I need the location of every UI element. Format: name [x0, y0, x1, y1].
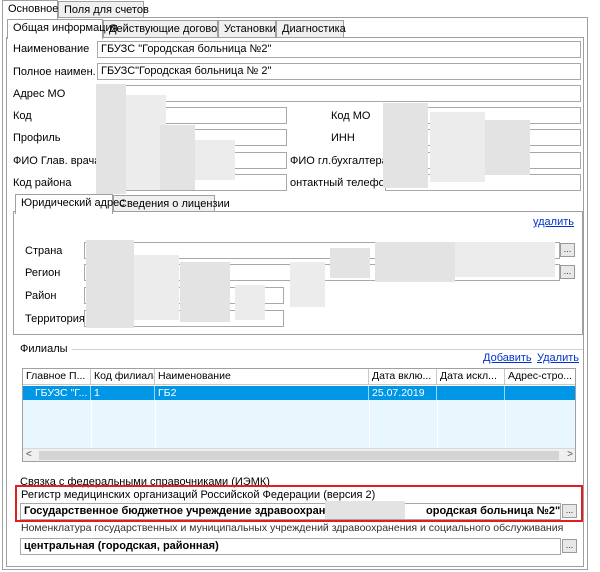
tab-diagnostics[interactable]: Диагностика [276, 20, 346, 38]
column-divider [91, 400, 92, 448]
branches-title: Филиалы [20, 343, 72, 355]
nomenclature-select-button[interactable]: ... [562, 539, 577, 553]
redacted-block [375, 242, 455, 282]
column-header[interactable]: Наименование [155, 369, 369, 385]
redacted-block [330, 248, 370, 278]
table-cell: 1 [91, 386, 155, 400]
column-divider [155, 400, 156, 448]
column-header[interactable]: Адрес-стро... [505, 369, 575, 385]
address-field[interactable] [97, 85, 581, 102]
redacted-block [325, 501, 405, 519]
redacted-block [96, 84, 126, 194]
column-header[interactable]: Дата искл... [437, 369, 505, 385]
table-cell: ГБУЗС "Г... [23, 386, 91, 400]
full-name-field[interactable]: ГБУЗС"Городская больница № 2" [97, 63, 581, 80]
redacted-block [383, 103, 428, 188]
delete-branch-link[interactable]: Удалить [537, 352, 579, 364]
redacted-block [160, 125, 195, 190]
redacted-block [455, 242, 555, 277]
column-divider [369, 400, 370, 448]
table-row[interactable]: ГБУЗС "Г... 1 ГБ2 25.07.2019 [23, 386, 575, 400]
redacted-block [235, 285, 265, 320]
redacted-block [290, 262, 325, 307]
profile-label: Профиль [13, 132, 61, 144]
redacted-block [180, 262, 230, 322]
table-cell [505, 386, 575, 400]
district-code-label: Код района [13, 177, 72, 189]
delete-address-link[interactable]: удалить [533, 216, 574, 228]
horizontal-scrollbar[interactable]: < > [23, 448, 575, 461]
column-header[interactable]: Дата вклю... [369, 369, 437, 385]
branches-divider [20, 349, 583, 350]
tab-general-info[interactable]: Общая информация [7, 19, 118, 39]
redacted-block [86, 240, 134, 328]
scrollbar-thumb[interactable] [39, 451, 559, 460]
registry-label: Регистр медицинских организаций Российск… [21, 489, 376, 501]
accountant-label: ФИО гл.бухгалтера [290, 155, 388, 167]
name-label: Наименование [13, 43, 90, 55]
country-select-button[interactable]: ... [560, 243, 575, 257]
registry-value-start: Государственное бюджетное учреждение здр… [24, 505, 345, 517]
table-cell [437, 386, 505, 400]
table-cell: 25.07.2019 [369, 386, 437, 400]
full-name-label: Полное наимен. [13, 66, 96, 78]
table-cell: ГБ2 [155, 386, 369, 400]
scroll-right-icon[interactable]: > [567, 449, 573, 460]
code-label: Код [13, 110, 32, 122]
registry-value-end: ородская больница №2" [426, 505, 561, 517]
redacted-block [485, 120, 530, 175]
region-select-button[interactable]: ... [560, 265, 575, 279]
column-header[interactable]: Код филиала [91, 369, 155, 385]
name-field[interactable]: ГБУЗС "Городская больница №2" [97, 41, 581, 58]
country-label: Страна [25, 245, 63, 257]
tab-legal-address[interactable]: Юридический адрес [15, 194, 125, 214]
tab-main[interactable]: Основное [2, 0, 58, 20]
mo-code-label: Код МО [331, 110, 371, 122]
nomenclature-label: Номенклатура государственных и муниципал… [21, 522, 564, 534]
territory-label: Территория [25, 313, 85, 325]
column-divider [505, 400, 506, 448]
tab-contracts[interactable]: Действующие договоры [103, 20, 231, 38]
tab-settings[interactable]: Установки [218, 20, 276, 38]
column-divider [437, 400, 438, 448]
registry-select-button[interactable]: ... [562, 504, 577, 518]
add-branch-link[interactable]: Добавить [483, 352, 532, 364]
phone-label: онтактный телефон [290, 177, 391, 189]
region-label: Регион [25, 267, 61, 279]
inn-label: ИНН [331, 132, 355, 144]
area-label: Район [25, 290, 57, 302]
redacted-block [195, 140, 235, 180]
redacted-block [430, 112, 485, 182]
registry-field[interactable]: Государственное бюджетное учреждение здр… [20, 503, 561, 520]
column-header[interactable]: Главное П... [23, 369, 91, 385]
scroll-left-icon[interactable]: < [26, 449, 32, 460]
nomenclature-field[interactable]: центральная (городская, районная) [20, 538, 561, 555]
chief-doctor-label: ФИО Глав. врача [13, 155, 101, 167]
address-label: Адрес МО [13, 88, 66, 100]
branches-table: Главное П... Код филиала Наименование Да… [22, 368, 576, 462]
redacted-block [134, 255, 179, 320]
empty-grid-area [23, 400, 575, 448]
